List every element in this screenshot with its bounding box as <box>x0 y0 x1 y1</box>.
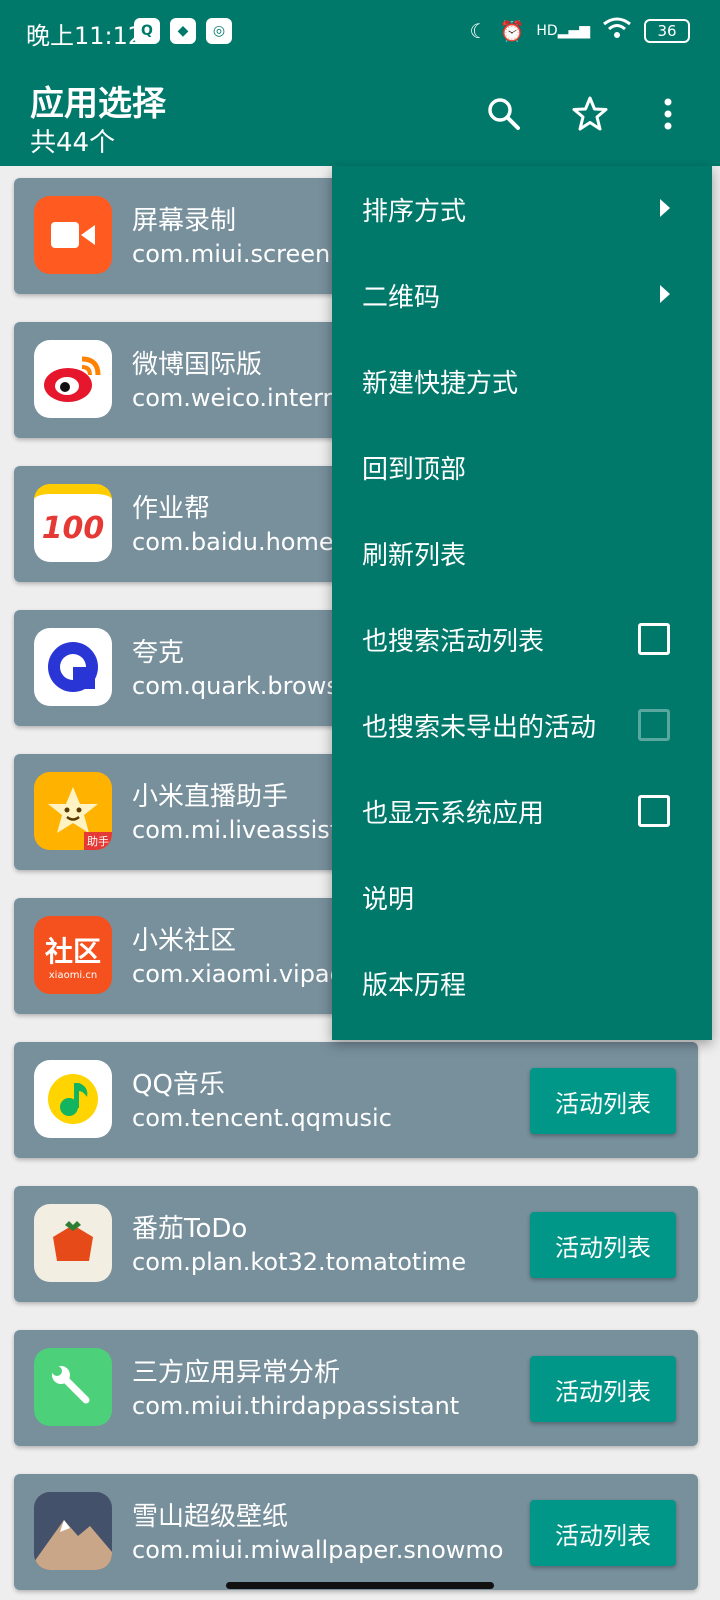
menu-item-search-activities[interactable]: 也搜索活动列表 <box>332 596 712 682</box>
app-package: com.plan.kot32.tomatotime <box>132 1248 467 1276</box>
list-item[interactable]: 番茄ToDo com.plan.kot32.tomatotime 活动列表 <box>14 1186 698 1302</box>
spiral-notification-icon: ◎ <box>206 18 232 44</box>
app-name: 番茄ToDo <box>132 1214 248 1244</box>
status-right-icons: ☾ ⏰ HD▂▄▆ 36 <box>470 16 690 45</box>
app-name: 三方应用异常分析 <box>132 1358 341 1388</box>
icon-badge: 助手 <box>84 832 112 850</box>
wifi-icon <box>602 16 632 45</box>
screen-record-icon <box>34 196 112 274</box>
quark-icon <box>34 628 112 706</box>
app-package: com.miui.miwallpaper.snowmo <box>132 1536 504 1564</box>
menu-item-back-to-top[interactable]: 回到顶部 <box>332 424 712 510</box>
app-name: QQ音乐 <box>132 1070 225 1100</box>
qqmusic-icon <box>34 1060 112 1138</box>
gesture-nav-handle[interactable] <box>226 1582 494 1589</box>
more-options-icon[interactable] <box>646 92 690 136</box>
activity-list-button[interactable]: 活动列表 <box>530 1356 676 1422</box>
menu-item-refresh-list[interactable]: 刷新列表 <box>332 510 712 596</box>
app-name: 微博国际版 <box>132 350 263 380</box>
submenu-arrow-icon <box>660 285 670 303</box>
menu-item-show-system-apps[interactable]: 也显示系统应用 <box>332 768 712 854</box>
app-name: 屏幕录制 <box>132 206 237 236</box>
app-name: 雪山超级壁纸 <box>132 1502 289 1532</box>
list-item[interactable]: 雪山超级壁纸 com.miui.miwallpaper.snowmo 活动列表 <box>14 1474 698 1590</box>
app-name: 夸克 <box>132 638 185 668</box>
snow-mountain-icon <box>34 1492 112 1570</box>
notification-icons: Q ◆ ◎ <box>134 18 232 44</box>
weibo-icon <box>34 340 112 418</box>
wrench-icon <box>34 1348 112 1426</box>
star-icon[interactable] <box>568 92 612 136</box>
list-item[interactable]: QQ音乐 com.tencent.qqmusic 活动列表 <box>14 1042 698 1158</box>
xiaomi-community-icon: 社区 xiaomi.cn <box>34 916 112 994</box>
app-bar: 应用选择 共44个 <box>0 62 720 166</box>
overflow-menu: 排序方式 二维码 新建快捷方式 回到顶部 刷新列表 也搜索活动列表 也搜索未导出… <box>332 166 712 1040</box>
menu-item-sort[interactable]: 排序方式 <box>332 166 712 252</box>
app-package: com.miui.thirdappassistant <box>132 1392 460 1420</box>
submenu-arrow-icon <box>660 199 670 217</box>
zuoyebang-icon: 100 <box>34 484 112 562</box>
search-activities-checkbox[interactable] <box>638 623 670 655</box>
list-item[interactable]: 三方应用异常分析 com.miui.thirdappassistant 活动列表 <box>14 1330 698 1446</box>
menu-item-search-unexported[interactable]: 也搜索未导出的活动 <box>332 682 712 768</box>
live-assistant-icon: 助手 <box>34 772 112 850</box>
status-time: 晚上11:12 <box>26 22 144 50</box>
app-name: 小米社区 <box>132 926 237 956</box>
moon-icon: ☾ <box>469 18 488 43</box>
activity-list-button[interactable]: 活动列表 <box>530 1068 676 1134</box>
search-unexported-checkbox[interactable] <box>638 709 670 741</box>
shield-notification-icon: ◆ <box>170 18 196 44</box>
activity-list-button[interactable]: 活动列表 <box>530 1500 676 1566</box>
status-bar: 晚上11:12 Q ◆ ◎ ☾ ⏰ HD▂▄▆ 36 <box>0 0 720 62</box>
tomato-icon <box>34 1204 112 1282</box>
search-icon[interactable] <box>482 92 526 136</box>
menu-item-help[interactable]: 说明 <box>332 854 712 940</box>
app-count: 共44个 <box>30 128 116 158</box>
battery-icon: 36 <box>644 18 690 43</box>
menu-item-changelog[interactable]: 版本历程 <box>332 940 712 1026</box>
activity-list-button[interactable]: 活动列表 <box>530 1212 676 1278</box>
app-name: 作业帮 <box>132 494 211 524</box>
show-system-apps-checkbox[interactable] <box>638 795 670 827</box>
app-name: 小米直播助手 <box>132 782 289 812</box>
qq-notification-icon: Q <box>134 18 160 44</box>
signal-icon: HD▂▄▆ <box>536 22 590 39</box>
menu-item-new-shortcut[interactable]: 新建快捷方式 <box>332 338 712 424</box>
menu-item-qrcode[interactable]: 二维码 <box>332 252 712 338</box>
app-package: com.tencent.qqmusic <box>132 1104 392 1132</box>
alarm-icon: ⏰ <box>499 18 525 43</box>
page-title: 应用选择 <box>30 84 166 124</box>
